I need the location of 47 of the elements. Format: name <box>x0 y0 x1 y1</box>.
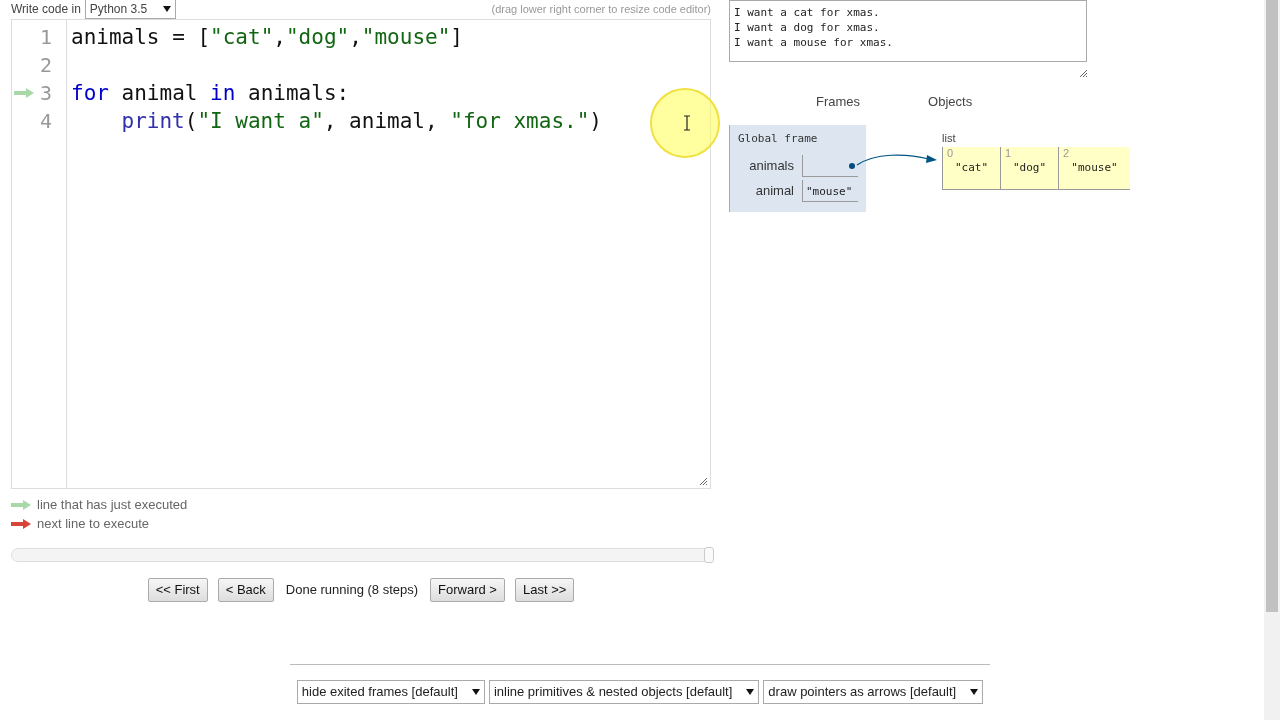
variable-value: "mouse" <box>802 180 858 202</box>
code-line: animals = ["cat","dog","mouse"] <box>71 25 463 49</box>
line-number: 4 <box>39 108 52 135</box>
legend-label: line that has just executed <box>37 495 188 514</box>
list-index: 1 <box>1005 146 1013 160</box>
list-index: 0 <box>947 146 955 160</box>
objects-heading: Objects <box>928 92 973 111</box>
resize-hint: (drag lower right corner to resize code editor) <box>491 1 711 17</box>
back-button[interactable]: < Back <box>217 578 274 602</box>
caret-icon <box>471 688 480 695</box>
options-select[interactable]: draw pointers as arrows [default] <box>763 680 984 704</box>
last-button[interactable]: Last >> <box>514 578 575 602</box>
list-value: "cat" <box>953 159 990 176</box>
frame-title: Global frame <box>738 131 819 147</box>
caret-icon <box>746 688 755 695</box>
arrow-icon <box>11 499 31 510</box>
caret-icon <box>970 688 979 695</box>
code-line: print("I want a", animal, "for xmas.") <box>121 109 602 133</box>
line-number: 1 <box>39 24 52 51</box>
forward-button[interactable]: Forward > <box>430 578 505 602</box>
editor-label: Write code in <box>11 1 81 18</box>
legend-label: next line to execute <box>37 514 150 533</box>
code-line: for animal in animals: <box>71 81 350 105</box>
list-value: "mouse" <box>1070 159 1119 176</box>
first-button[interactable]: << First <box>147 578 208 602</box>
arrow-icon <box>11 518 31 529</box>
line-number: 3 <box>39 80 52 107</box>
slider-thumb[interactable] <box>704 547 714 563</box>
variable-name: animals <box>748 157 795 176</box>
list-index: 2 <box>1063 146 1071 160</box>
text-cursor-icon <box>683 115 691 131</box>
caret-icon <box>163 6 172 12</box>
resize-grip-icon[interactable] <box>699 477 707 485</box>
resize-grip-icon[interactable] <box>1079 68 1087 77</box>
scrollbar-thumb[interactable] <box>1266 0 1278 612</box>
frames-heading: Frames <box>816 92 861 111</box>
variable-name: animal <box>754 182 795 201</box>
line-number: 2 <box>39 52 52 79</box>
language-select[interactable]: Python 3.5 <box>84 0 177 19</box>
list-value: "dog" <box>1011 159 1048 176</box>
code-editor[interactable]: 1 2 3 4 animals = ["cat","dog","mouse"] for animal in animals: print("I want a", animal, "for xmas.") <box>11 19 711 489</box>
options-select[interactable]: inline primitives & nested objects [default] <box>488 680 760 704</box>
status-text: Done running (8 steps) <box>285 581 419 599</box>
pointer-dot-icon <box>849 163 855 169</box>
options-select[interactable]: hide exited frames [default] <box>296 680 485 704</box>
list-label: list <box>942 131 957 146</box>
program-output: I want a cat for xmas. I want a dog for xmas. I want a mouse for xmas. <box>729 0 1087 62</box>
